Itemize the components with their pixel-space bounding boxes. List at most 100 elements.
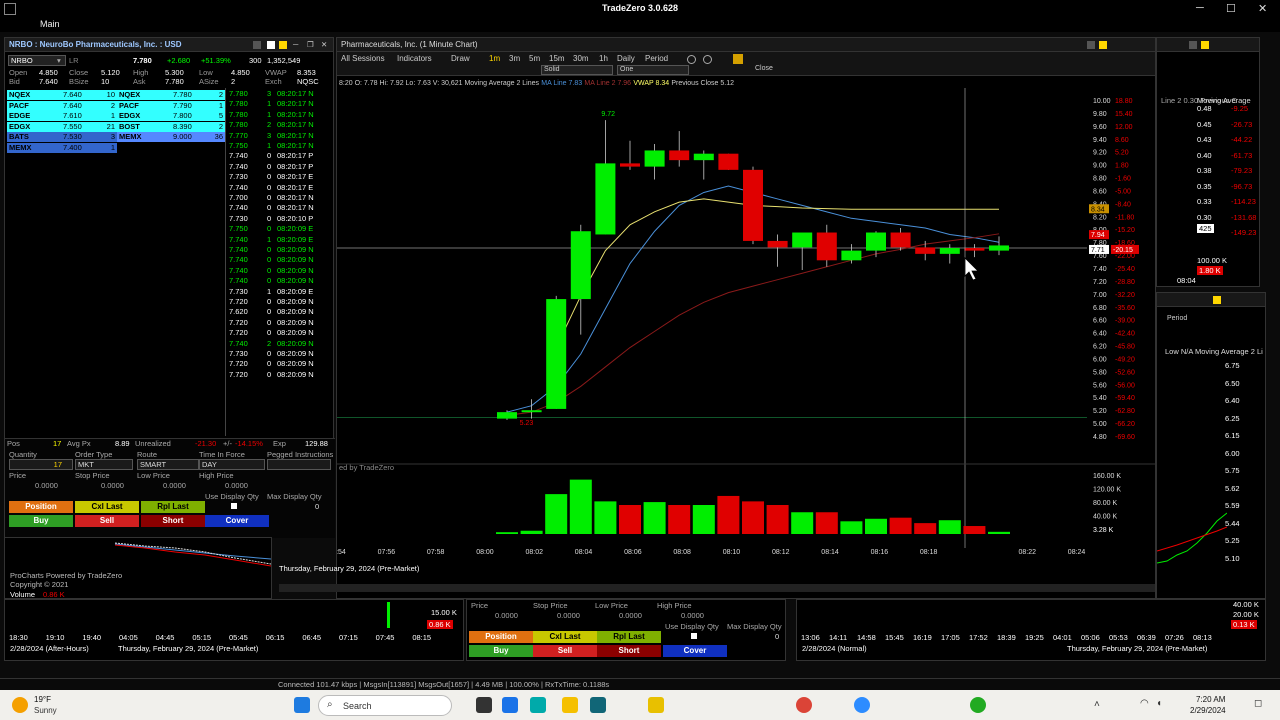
oe2-stop[interactable]: 0.0000 [557,611,580,620]
price-field[interactable]: 0.0000 [35,481,58,490]
line-style-select[interactable]: Solid [541,65,613,75]
clock-date[interactable]: 2/29/2024 [1190,706,1226,715]
search-box[interactable]: ⌕ Search [318,695,452,716]
oe2-mdq[interactable]: 0 [775,632,779,641]
tf-5m[interactable]: 5m [529,54,540,63]
price-tick: 5.60 [1093,382,1107,389]
tf-15m[interactable]: 15m [549,54,565,63]
chart-settings-icon[interactable] [1087,41,1095,49]
right2-link-icon[interactable] [1213,296,1221,304]
zoom-icon[interactable] [854,697,870,713]
book-row[interactable]: PACF 7.790 1 [117,100,225,111]
oe2-high[interactable]: 0.0000 [681,611,704,620]
edge-icon[interactable] [530,697,546,713]
tape-time: 08:20:17 E [277,182,314,192]
oe2-position-button[interactable]: Position [469,631,533,643]
stop-field[interactable]: 0.0000 [101,481,124,490]
volume-icon[interactable]: ◖ [1156,698,1162,709]
menu-main[interactable]: Main [40,19,60,29]
book-row[interactable]: EDGX 7.800 5 [117,111,225,121]
oe2-cxl-last-button[interactable]: Cxl Last [533,631,597,643]
tradezero-icon[interactable] [970,697,986,713]
taskview-icon[interactable] [476,697,492,713]
low-field[interactable]: 0.0000 [163,481,186,490]
start-icon[interactable] [294,697,310,713]
book-row[interactable]: NQEX 7.780 2 [117,90,225,100]
close-button[interactable]: ✕ [1258,2,1267,15]
right-period[interactable]: Period [1167,315,1187,322]
notification-icon[interactable]: ◻ [1254,698,1262,709]
oe2-cover-button[interactable]: Cover [663,645,727,657]
book-row[interactable]: MEMX 7.400 1 [7,142,117,153]
minimize-button[interactable]: ─ [1196,2,1204,14]
book-row[interactable]: BATS 7.530 3 [7,132,117,142]
oe2-price[interactable]: 0.0000 [495,611,518,620]
buy-button[interactable]: Buy [9,515,73,527]
weather-icon[interactable] [12,697,28,713]
link-icon[interactable] [267,41,275,49]
display-qty-checkbox[interactable] [231,503,237,509]
book-row[interactable]: BATS 9.500 6 [117,142,225,153]
app-icon-yellow[interactable] [648,697,664,713]
route-select[interactable]: SMART [137,459,199,470]
symbol-input[interactable]: NRBO ▾ [8,55,66,66]
oe2-sell-button[interactable]: Sell [533,645,597,657]
right-link-icon[interactable] [1201,41,1209,49]
oe2-rpl-last-button[interactable]: Rpl Last [597,631,661,643]
indicators-dropdown[interactable]: Indicators [397,54,432,63]
settings-icon[interactable] [253,41,261,49]
zoom-out-icon[interactable] [703,55,712,64]
oe2-short-button[interactable]: Short [597,645,661,657]
horizontal-scrollbar[interactable] [279,584,1155,592]
book-row[interactable]: NQEX 7.640 10 [7,90,117,100]
cxl-last-button[interactable]: Cxl Last [75,501,139,513]
book-row[interactable]: BOST 8.390 2 [117,121,225,132]
sell-button[interactable]: Sell [75,515,139,527]
oe2-buy-button[interactable]: Buy [469,645,533,657]
tf-1h[interactable]: 1h [599,54,608,63]
clock-time[interactable]: 7:20 AM [1196,695,1225,704]
tf-period[interactable]: Period [645,54,668,63]
book-row[interactable]: PACF 7.640 2 [7,100,117,111]
mail-icon[interactable] [502,697,518,713]
right-settings-icon[interactable] [1189,41,1197,49]
app-icon-blue[interactable] [590,697,606,713]
chart-link-icon[interactable] [1099,41,1107,49]
oe2-low[interactable]: 0.0000 [619,611,642,620]
time-tick: 08:02 [526,549,544,556]
max-display-field[interactable]: 0 [315,502,319,511]
line-width-select[interactable]: One [617,65,689,75]
panel-restore-icon[interactable]: ❐ [307,40,314,49]
panel-close-icon[interactable]: ✕ [321,40,327,49]
rpl-last-button[interactable]: Rpl Last [141,501,205,513]
pegged-select[interactable] [267,459,331,470]
tf-30m[interactable]: 30m [573,54,589,63]
draw-dropdown[interactable]: Draw [451,54,470,63]
tf-1m[interactable]: 1m [489,54,500,63]
panel-minimize-icon[interactable]: ─ [293,40,298,49]
maximize-button[interactable]: ☐ [1226,2,1236,15]
tf-3m[interactable]: 3m [509,54,520,63]
position-button[interactable]: Position [9,501,73,513]
oe2-udq-checkbox[interactable] [691,633,697,639]
link-color-icon[interactable] [279,41,287,49]
price-chart[interactable]: 10.00 18.80 9.80 15.40 9.60 12.00 9.40 8.60 9.20… [337,88,1155,598]
tif-select[interactable]: DAY [199,459,265,470]
chrome-icon[interactable] [796,697,812,713]
zoom-in-icon[interactable] [687,55,696,64]
close-drawing-button[interactable]: Close [755,65,773,72]
sessions-dropdown[interactable]: All Sessions [341,54,385,63]
explorer-icon[interactable] [562,697,578,713]
tf-daily[interactable]: Daily [617,54,635,63]
book-row[interactable]: EDGX 7.550 21 [7,121,117,132]
book-row[interactable]: MEMX 9.000 36 [117,132,225,142]
cover-button[interactable]: Cover [205,515,269,527]
high-field[interactable]: 0.0000 [225,481,248,490]
wifi-icon[interactable]: ◠ [1140,698,1149,709]
short-button[interactable]: Short [141,515,205,527]
tray-chevron-icon[interactable]: ˄ [1094,699,1100,710]
book-row[interactable]: EDGE 7.610 1 [7,111,117,121]
alert-icon[interactable] [733,54,743,64]
order-type-select[interactable]: MKT [75,459,133,470]
quantity-field[interactable]: 17 [9,459,73,470]
